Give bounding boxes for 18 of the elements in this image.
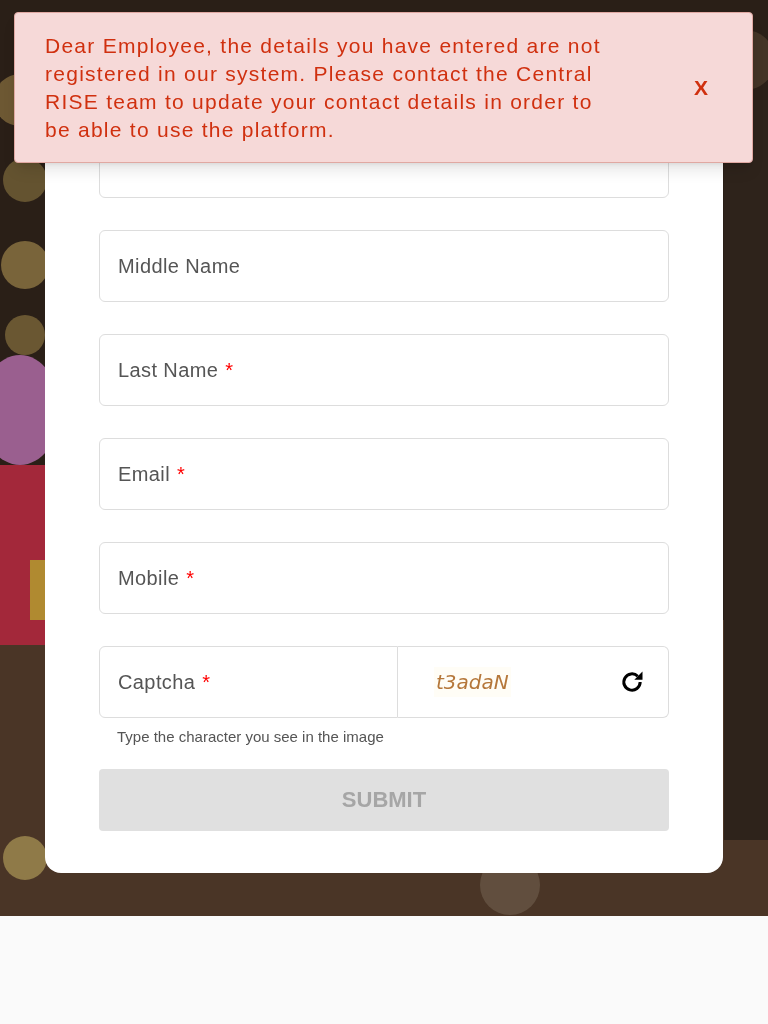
required-mark: * bbox=[225, 358, 234, 383]
captcha-hint: Type the character you see in the image bbox=[117, 727, 385, 747]
field-label: Captcha bbox=[118, 670, 196, 695]
captcha-image: t3adaN bbox=[434, 667, 511, 697]
field-label: Last Name bbox=[118, 358, 219, 383]
required-mark: * bbox=[177, 462, 185, 487]
required-mark: * bbox=[202, 670, 211, 695]
input-field[interactable]: Last Name * bbox=[99, 334, 669, 406]
error-message: Dear Employee, the details you have entered are not registered in our system. Please contact the Central RISE team to update your contact details in order to be able to use the platform. bbox=[45, 32, 602, 143]
required-mark: * bbox=[186, 566, 195, 591]
field-label: Mobile bbox=[118, 566, 180, 591]
field-label: Middle Name bbox=[118, 254, 241, 279]
captcha-field[interactable]: Captcha * bbox=[99, 646, 398, 718]
close-button[interactable]: X bbox=[694, 71, 708, 104]
input-field[interactable]: Mobile * bbox=[99, 542, 669, 614]
input-field[interactable]: Middle Name bbox=[99, 230, 669, 302]
input-field[interactable]: Email * bbox=[99, 438, 669, 510]
field-label: Email bbox=[118, 462, 170, 487]
